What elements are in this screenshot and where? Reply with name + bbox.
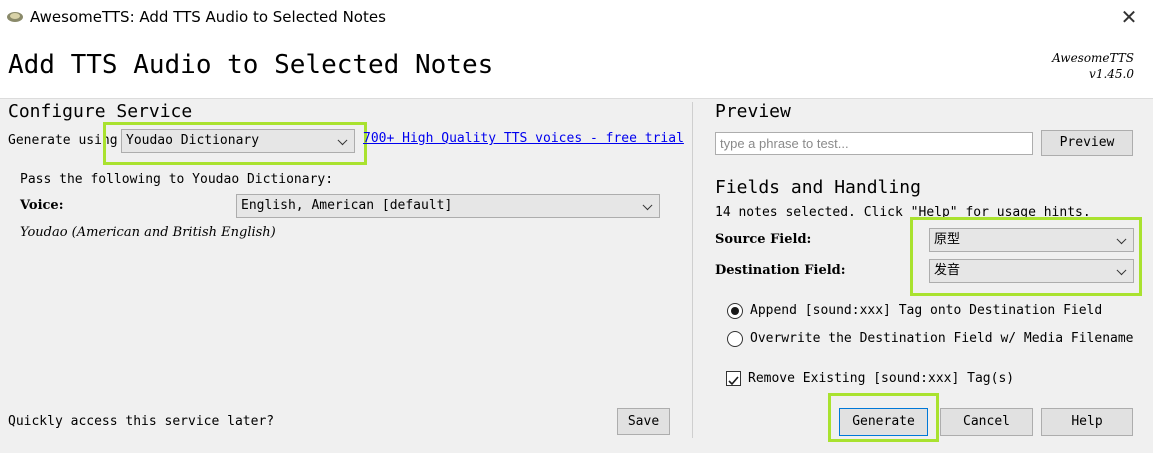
trial-link[interactable]: 700+ High Quality TTS voices - free tria… [363, 131, 684, 146]
save-button[interactable]: Save [617, 408, 670, 435]
overwrite-option-label: Overwrite the Destination Field w/ Media… [750, 331, 1134, 346]
generate-using-label: Generate using [8, 133, 118, 148]
brand-label: AwesomeTTS v1.45.0 [1050, 50, 1134, 82]
service-description: Youdao (American and British English) [20, 225, 276, 240]
checkmark-icon [728, 376, 739, 386]
remove-existing-checkbox[interactable] [726, 371, 741, 386]
help-button[interactable]: Help [1041, 408, 1133, 436]
preview-input[interactable] [715, 132, 1033, 155]
chevron-down-icon [642, 200, 653, 211]
radio-selected-dot [731, 307, 739, 315]
voice-select-value: English, American [default] [241, 198, 453, 213]
app-icon [7, 12, 23, 22]
remove-existing-label: Remove Existing [sound:xxx] Tag(s) [748, 371, 1015, 386]
brand-name: AwesomeTTS [1052, 51, 1134, 65]
close-icon[interactable]: ✕ [1116, 4, 1142, 30]
page-title: Add TTS Audio to Selected Notes [8, 50, 494, 80]
highlight-box-generate [828, 393, 939, 442]
append-radio[interactable] [727, 303, 743, 319]
preview-button[interactable]: Preview [1041, 130, 1133, 156]
cancel-button[interactable]: Cancel [940, 408, 1033, 436]
preview-heading: Preview [715, 101, 791, 122]
highlight-box-service [103, 122, 367, 165]
voice-select[interactable]: English, American [default] [236, 194, 660, 218]
quick-access-label: Quickly access this service later? [8, 414, 275, 429]
highlight-box-fields [910, 217, 1142, 296]
configure-service-heading: Configure Service [8, 101, 193, 122]
pass-following-label: Pass the following to Youdao Dictionary: [20, 172, 334, 187]
destination-field-label: Destination Field: [715, 263, 846, 278]
overwrite-radio[interactable] [727, 331, 743, 347]
append-option-label: Append [sound:xxx] Tag onto Destination … [750, 303, 1103, 318]
voice-label: Voice: [20, 198, 64, 213]
brand-version: v1.45.0 [1089, 67, 1134, 81]
fields-heading: Fields and Handling [715, 177, 921, 198]
panel-divider [692, 102, 693, 438]
source-field-label: Source Field: [715, 232, 812, 247]
window-title: AwesomeTTS: Add TTS Audio to Selected No… [30, 8, 386, 26]
